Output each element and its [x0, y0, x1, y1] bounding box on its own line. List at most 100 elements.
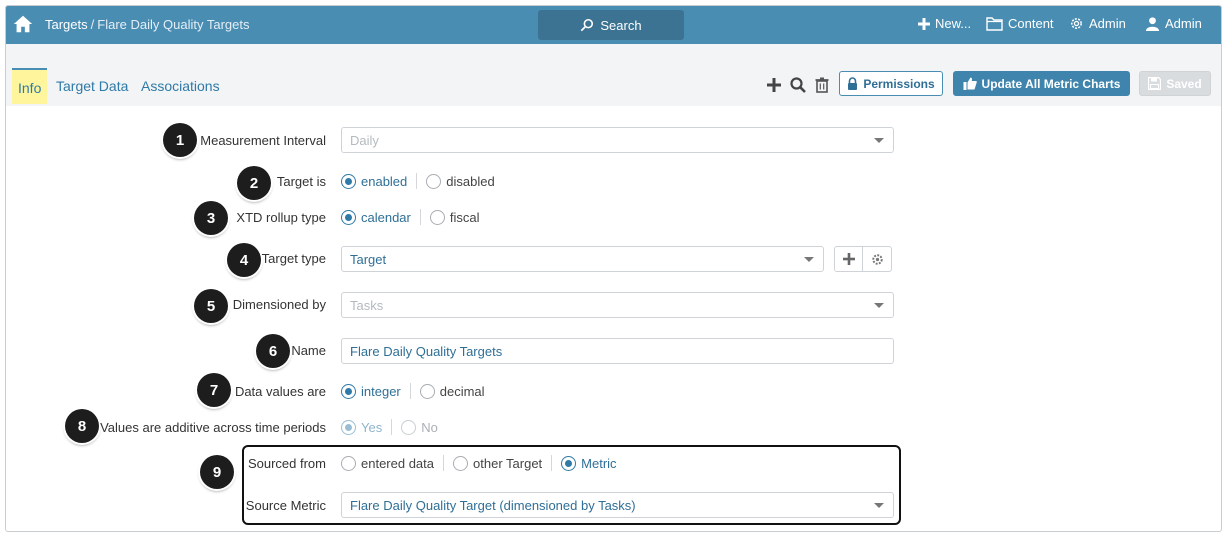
data-decimal-radio[interactable]: decimal — [419, 383, 485, 399]
tab-info[interactable]: Info — [12, 68, 48, 104]
xtd-fiscal-label: fiscal — [449, 209, 480, 225]
target-type-label: Target type — [261, 251, 326, 266]
content-label: Content — [1008, 16, 1054, 31]
admin-menu[interactable]: Admin — [1069, 16, 1126, 31]
radio-indicator — [341, 383, 356, 399]
sourced-from-label: Sourced from — [247, 456, 326, 471]
target-disabled-label: disabled — [446, 173, 495, 189]
update-metric-charts-button[interactable]: Update All Metric Charts — [953, 71, 1130, 96]
saved-button[interactable]: Saved — [1139, 71, 1211, 96]
radio-indicator — [561, 455, 577, 471]
breadcrumb: Targets / Flare Daily Quality Targets — [45, 17, 249, 32]
chevron-down-icon — [874, 503, 884, 508]
xtd-fiscal-radio[interactable]: fiscal — [429, 209, 480, 225]
content-menu[interactable]: Content — [986, 16, 1054, 31]
add-target-type-button[interactable] — [834, 246, 863, 272]
measurement-interval-value: Daily — [350, 133, 379, 148]
callout-8: 8 — [65, 409, 99, 443]
search-label: Search — [600, 17, 642, 33]
save-icon — [1148, 77, 1162, 90]
breadcrumb-current: Flare Daily Quality Targets — [97, 17, 250, 32]
user-label: Admin — [1165, 16, 1202, 31]
dimensioned-by-select[interactable]: Tasks — [341, 292, 894, 318]
radio-indicator — [429, 209, 445, 225]
new-menu[interactable]: New... — [918, 16, 971, 31]
target-is-label: Target is — [276, 174, 326, 189]
xtd-calendar-radio[interactable]: calendar — [341, 209, 411, 225]
radio-indicator — [419, 383, 435, 399]
callout-2: 2 — [237, 166, 271, 200]
target-type-select[interactable]: Target — [341, 246, 824, 272]
callout-5: 5 — [194, 289, 228, 323]
target-is-radio-group: enabled disabled — [341, 173, 495, 189]
admin-menu-label: Admin — [1089, 16, 1126, 31]
additive-yes-radio[interactable]: Yes — [341, 419, 383, 435]
gear-icon — [871, 253, 883, 265]
divider — [419, 209, 421, 225]
sourced-from-radio-group: entered data other Target Metric — [341, 455, 617, 471]
plus-icon — [842, 253, 855, 265]
callout-1: 1 — [163, 123, 197, 157]
user-menu[interactable]: Admin — [1145, 16, 1202, 31]
additive-label: Values are additive across time periods — [100, 420, 326, 435]
target-enabled-label: enabled — [361, 173, 408, 189]
measurement-interval-select[interactable]: Daily — [341, 127, 894, 153]
tab-target-data[interactable]: Target Data — [50, 68, 134, 104]
source-metric-value: Flare Daily Quality Target (dimensioned … — [350, 498, 636, 513]
chevron-down-icon — [804, 257, 814, 262]
radio-indicator — [426, 173, 442, 189]
radio-indicator — [341, 455, 356, 471]
callout-9: 9 — [200, 455, 234, 489]
radio-indicator — [401, 419, 417, 435]
callout-7: 7 — [197, 373, 231, 407]
data-decimal-label: decimal — [439, 383, 485, 399]
sourced-metric-label: Metric — [581, 455, 617, 471]
dimensioned-by-value: Tasks — [350, 298, 384, 313]
target-type-settings-button[interactable] — [863, 246, 892, 272]
breadcrumb-root[interactable]: Targets — [45, 17, 88, 32]
search-button[interactable]: Search — [538, 10, 684, 40]
measurement-interval-label: Measurement Interval — [200, 133, 326, 148]
trash-icon[interactable] — [812, 75, 832, 95]
radio-indicator — [453, 455, 469, 471]
data-integer-radio[interactable]: integer — [341, 383, 401, 399]
data-values-label: Data values are — [234, 384, 326, 399]
dimensioned-by-label: Dimensioned by — [232, 297, 326, 312]
callout-4: 4 — [227, 243, 261, 277]
lock-icon — [848, 77, 858, 90]
chevron-down-icon — [874, 303, 884, 308]
search-icon — [581, 18, 594, 32]
divider — [409, 383, 411, 399]
home-icon[interactable] — [12, 13, 34, 35]
xtd-calendar-label: calendar — [361, 209, 411, 225]
additive-no-radio[interactable]: No — [401, 419, 438, 435]
new-label: New... — [935, 16, 972, 31]
name-input[interactable]: Flare Daily Quality Targets — [341, 338, 894, 364]
radio-indicator — [341, 173, 356, 189]
radio-indicator — [341, 209, 356, 225]
permissions-button[interactable]: Permissions — [839, 71, 943, 96]
xtd-rollup-radio-group: calendar fiscal — [341, 209, 480, 225]
sourced-metric-radio[interactable]: Metric — [561, 455, 617, 471]
additive-yes-label: Yes — [361, 419, 383, 435]
target-type-value: Target — [350, 252, 387, 267]
target-enabled-radio[interactable]: enabled — [341, 173, 408, 189]
tab-associations[interactable]: Associations — [135, 68, 226, 104]
chevron-down-icon — [874, 138, 884, 143]
add-icon[interactable] — [764, 75, 784, 95]
tabs-toolbar: Info Target Data Associations Permission… — [6, 44, 1221, 106]
source-metric-label: Source Metric — [245, 498, 326, 513]
sourced-entered-data-radio[interactable]: entered data — [341, 455, 434, 471]
folder-icon — [986, 16, 1003, 31]
gear-icon — [1071, 18, 1082, 29]
name-label: Name — [291, 343, 326, 358]
sourced-other-target-radio[interactable]: other Target — [453, 455, 543, 471]
divider — [391, 419, 393, 435]
divider — [416, 173, 418, 189]
sourced-other-target-label: other Target — [473, 455, 543, 471]
search-icon[interactable] — [788, 75, 808, 95]
radio-indicator — [341, 419, 356, 435]
target-disabled-radio[interactable]: disabled — [426, 173, 495, 189]
source-metric-select[interactable]: Flare Daily Quality Target (dimensioned … — [341, 492, 894, 518]
user-icon — [1145, 17, 1160, 31]
